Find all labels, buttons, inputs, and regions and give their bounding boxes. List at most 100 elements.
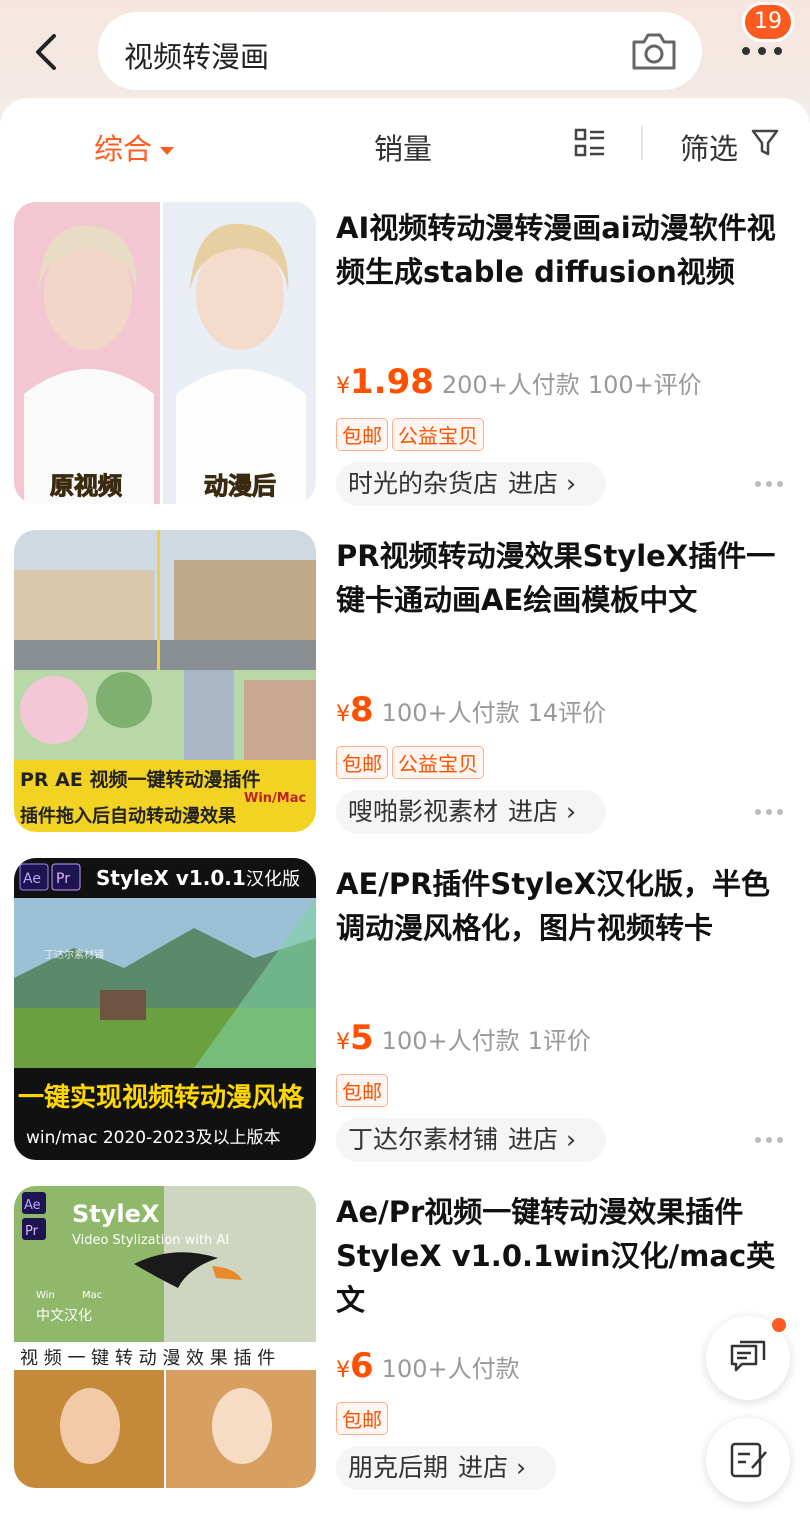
sort-comprehensive-label: 综合 (94, 132, 153, 166)
chevron-right-icon: › (558, 1125, 576, 1154)
filter-button[interactable]: 筛选 (680, 126, 738, 168)
currency-symbol: ¥ (336, 1358, 350, 1383)
filter-icon[interactable] (750, 128, 780, 158)
image-caption-localized: 汉化版 (246, 869, 300, 890)
tag-charity: 公益宝贝 (392, 746, 484, 779)
tag-list: 包邮 公益宝贝 (336, 746, 488, 779)
product-image[interactable]: PR AE 视频一键转动漫插件 Win/Mac 插件拖入后自动转动漫效果 (14, 530, 316, 832)
search-box[interactable]: 视频转漫画 (98, 12, 702, 90)
image-caption-line1: PR AE 视频一键转动漫插件 (20, 768, 260, 791)
image-caption-version: StyleX v1.0.1 (96, 866, 246, 890)
shop-link[interactable]: 丁达尔素材铺 进店 › (336, 1118, 606, 1162)
shop-link[interactable]: 嗖啪影视素材 进店 › (336, 790, 606, 834)
image-caption-versions: win/mac 2020-2023及以上版本 (26, 1128, 281, 1148)
chat-bubble-icon (730, 1340, 766, 1372)
sold-count: 200+人付款 (441, 371, 580, 399)
notification-badge: 19 (742, 2, 794, 42)
more-options-icon[interactable] (754, 480, 784, 488)
sold-count: 100+人付款 (381, 1027, 520, 1055)
tag-free-shipping: 包邮 (336, 418, 388, 451)
image-caption-brand: StyleX (72, 1200, 160, 1228)
sort-bar: 综合 销量 筛选 (0, 98, 810, 190)
sold-count: 100+人付款 (381, 1355, 520, 1383)
tag-free-shipping: 包邮 (336, 1074, 388, 1107)
tag-free-shipping: 包邮 (336, 746, 388, 779)
shop-name: 时光的杂货店 (348, 469, 499, 498)
pr-logo-text: Pr (25, 1224, 39, 1239)
product-card[interactable]: PR AE 视频一键转动漫插件 Win/Mac 插件拖入后自动转动漫效果 PR视… (0, 530, 810, 840)
product-card[interactable]: 原视频 动漫后 AI视频转动漫转漫画ai动漫软件视频生成stable diffu… (0, 202, 810, 512)
back-arrow-icon[interactable] (28, 30, 64, 74)
list-view-icon[interactable] (574, 128, 606, 158)
enter-shop-label: 进店 (508, 1125, 559, 1154)
enter-shop-label: 进店 (508, 797, 559, 826)
chevron-right-icon: › (558, 797, 576, 826)
image-caption-platform: Win/Mac (244, 791, 306, 806)
product-title[interactable]: AI视频转动漫转漫画ai动漫软件视频生成stable diffusion视频 (336, 206, 796, 294)
currency-symbol: ¥ (336, 1030, 350, 1055)
price-row: ¥8 100+人付款 14评价 (336, 690, 606, 730)
product-image[interactable]: Ae Pr StyleX Video Stylization with AI W… (14, 1186, 316, 1488)
enter-shop-label: 进店 (458, 1453, 509, 1482)
feedback-button[interactable] (706, 1418, 790, 1502)
notification-dot (772, 1318, 786, 1332)
shop-name: 丁达尔素材铺 (348, 1125, 499, 1154)
shop-name: 朋克后期 (348, 1453, 449, 1482)
edit-note-icon (730, 1442, 767, 1478)
tag-list: 包邮 公益宝贝 (336, 418, 488, 451)
product-price: 5 (350, 1018, 374, 1058)
image-caption-original: 原视频 (50, 472, 122, 500)
currency-symbol: ¥ (336, 702, 350, 727)
shop-link[interactable]: 时光的杂货店 进店 › (336, 462, 606, 506)
product-image[interactable]: Ae Pr StyleX v1.0.1 汉化版 丁达尔素材铺 一键实现视频转动漫… (14, 858, 316, 1160)
camera-icon[interactable] (630, 30, 678, 72)
product-price: 1.98 (350, 362, 434, 402)
image-caption-chinese: 中文汉化 (36, 1308, 92, 1324)
results-sheet: 综合 销量 筛选 原视频 动漫后 AI视频转动漫转漫画ai动漫软件视频生成sta… (0, 98, 810, 1518)
more-options-icon[interactable] (754, 808, 784, 816)
ae-logo-text: Ae (23, 871, 41, 887)
product-title[interactable]: AE/PR插件StyleX汉化版，半色调动漫风格化，图片视频转卡 (336, 862, 796, 950)
sort-divider (641, 126, 643, 160)
chevron-right-icon: › (508, 1453, 526, 1482)
tag-charity: 公益宝贝 (392, 418, 484, 451)
chevron-right-icon: › (558, 469, 576, 498)
product-title[interactable]: PR视频转动漫效果StyleX插件一键卡通动画AE绘画模板中文 (336, 534, 796, 622)
product-price: 6 (350, 1346, 374, 1386)
tag-list: 包邮 (336, 1402, 392, 1435)
price-row: ¥6 100+人付款 (336, 1346, 520, 1386)
enter-shop-label: 进店 (508, 469, 559, 498)
review-count: 14评价 (527, 699, 607, 727)
product-title[interactable]: Ae/Pr视频一键转动漫效果插件StyleX v1.0.1win汉化/mac英文 (336, 1190, 796, 1322)
sort-sales[interactable]: 销量 (374, 126, 432, 168)
product-card[interactable]: Ae Pr StyleX v1.0.1 汉化版 丁达尔素材铺 一键实现视频转动漫… (0, 858, 810, 1168)
watermark-text: 丁达尔素材铺 (44, 948, 104, 961)
customer-service-button[interactable] (706, 1316, 790, 1400)
image-caption-line2: 插件拖入后自动转动漫效果 (20, 805, 237, 827)
price-row: ¥5 100+人付款 1评价 (336, 1018, 591, 1058)
shop-name: 嗖啪影视素材 (348, 797, 499, 826)
search-input[interactable]: 视频转漫画 (124, 34, 269, 76)
shop-link[interactable]: 朋克后期 进店 › (336, 1446, 556, 1490)
sold-count: 100+人付款 (381, 699, 520, 727)
price-row: ¥1.98 200+人付款 100+评价 (336, 362, 702, 402)
caret-down-icon (160, 147, 175, 155)
image-caption-win: Win (36, 1290, 55, 1301)
pr-logo-text: Pr (56, 871, 70, 887)
tag-free-shipping: 包邮 (336, 1402, 388, 1435)
more-options-icon[interactable] (754, 1136, 784, 1144)
review-count: 1评价 (527, 1027, 591, 1055)
sort-comprehensive[interactable]: 综合 (94, 126, 175, 168)
tag-list: 包邮 (336, 1074, 392, 1107)
image-caption-headline: 一键实现视频转动漫风格 (18, 1082, 305, 1113)
ae-logo-text: Ae (24, 1198, 41, 1213)
currency-symbol: ¥ (336, 374, 350, 399)
product-image[interactable]: 原视频 动漫后 (14, 202, 316, 504)
review-count: 100+评价 (587, 371, 702, 399)
image-caption-banner: 视 频 一 键 转 动 漫 效 果 插 件 (20, 1348, 275, 1369)
image-caption-anime: 动漫后 (204, 472, 276, 500)
image-caption-subtitle: Video Stylization with AI (72, 1233, 229, 1248)
product-card[interactable]: Ae Pr StyleX Video Stylization with AI W… (0, 1186, 810, 1496)
image-caption-mac: Mac (82, 1290, 102, 1301)
product-price: 8 (350, 690, 374, 730)
